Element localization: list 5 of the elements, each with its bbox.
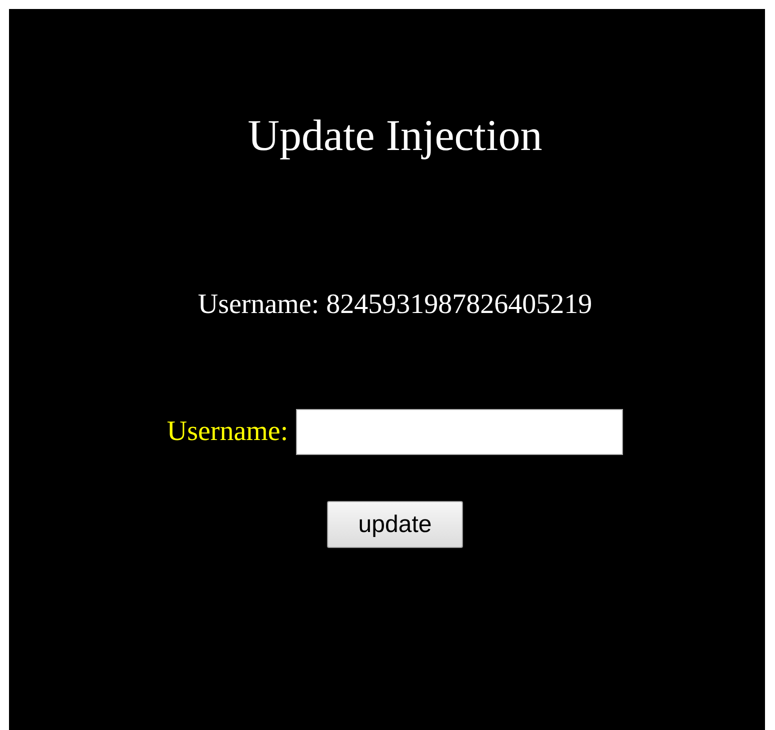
page-title: Update Injection <box>248 114 542 158</box>
update-button[interactable]: update <box>327 501 463 548</box>
username-field[interactable] <box>296 409 624 455</box>
username-label: Username: <box>166 416 288 448</box>
current-username: Username: 8245931987826405219 <box>198 291 592 319</box>
